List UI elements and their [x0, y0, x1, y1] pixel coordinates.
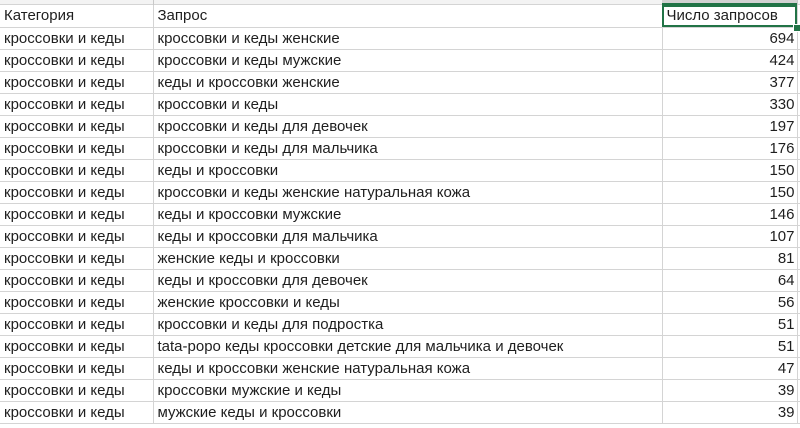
table-row: кроссовки и кеды кроссовки и кеды для дев…: [0, 115, 800, 138]
table-row: кроссовки и кеды женские кеды и кроссовки…: [0, 247, 800, 270]
cell-category[interactable]: кроссовки и кеды: [0, 203, 154, 226]
cell-category[interactable]: кроссовки и кеды: [0, 335, 154, 358]
cell-query[interactable]: кроссовки и кеды для мальчика: [153, 137, 663, 160]
cell-query[interactable]: кеды и кроссовки: [153, 159, 663, 182]
cell-count[interactable]: 39: [662, 379, 798, 402]
cell-category[interactable]: кроссовки и кеды: [0, 49, 154, 72]
cell-count[interactable]: 146: [662, 203, 798, 226]
table-row: кроссовки и кеды кеды и кроссовки мужские…: [0, 203, 800, 226]
cell-count[interactable]: 377: [662, 71, 798, 94]
cell-category[interactable]: кроссовки и кеды: [0, 313, 154, 336]
table-row: кроссовки и кеды кеды и кроссовки женские…: [0, 71, 800, 94]
cell-category[interactable]: кроссовки и кеды: [0, 269, 154, 292]
cell-query[interactable]: кроссовки и кеды женские натуральная кож…: [153, 181, 663, 204]
cell-category[interactable]: кроссовки и кеды: [0, 379, 154, 402]
fill-handle[interactable]: [793, 24, 800, 32]
table-row: кроссовки и кеды женские кроссовки и кеды…: [0, 291, 800, 314]
cell-query[interactable]: кроссовки и кеды для девочек: [153, 115, 663, 138]
cell-category[interactable]: кроссовки и кеды: [0, 137, 154, 160]
cell-category[interactable]: кроссовки и кеды: [0, 291, 154, 314]
cell-query[interactable]: женские кеды и кроссовки: [153, 247, 663, 270]
cell-count[interactable]: 150: [662, 159, 798, 182]
cell-category[interactable]: кроссовки и кеды: [0, 27, 154, 50]
cell-count[interactable]: 330: [662, 93, 798, 116]
table-row: кроссовки и кеды кеды и кроссовки для мал…: [0, 225, 800, 248]
table-row: кроссовки и кеды кроссовки и кеды для мал…: [0, 137, 800, 160]
cell-count[interactable]: 197: [662, 115, 798, 138]
cell-count[interactable]: 424: [662, 49, 798, 72]
cell-count[interactable]: 694: [662, 27, 798, 50]
cell-category[interactable]: кроссовки и кеды: [0, 357, 154, 380]
table-row: кроссовки и кеды кроссовки и кеды мужские…: [0, 49, 800, 72]
cell-category[interactable]: кроссовки и кеды: [0, 71, 154, 94]
cell-count[interactable]: 64: [662, 269, 798, 292]
cell-count[interactable]: 39: [662, 401, 798, 424]
cell-query[interactable]: кеды и кроссовки мужские: [153, 203, 663, 226]
cell-query[interactable]: tata-poро кеды кроссовки детские для мал…: [153, 335, 663, 358]
header-cell-category[interactable]: Категория: [0, 5, 154, 28]
cell-category[interactable]: кроссовки и кеды: [0, 159, 154, 182]
cell-count[interactable]: 51: [662, 335, 798, 358]
cell-query[interactable]: кроссовки и кеды женские: [153, 27, 663, 50]
cell-category[interactable]: кроссовки и кеды: [0, 93, 154, 116]
cell-category[interactable]: кроссовки и кеды: [0, 247, 154, 270]
cell-category[interactable]: кроссовки и кеды: [0, 225, 154, 248]
cell-category[interactable]: кроссовки и кеды: [0, 115, 154, 138]
cell-count[interactable]: 176: [662, 137, 798, 160]
cell-count[interactable]: 107: [662, 225, 798, 248]
cell-query[interactable]: мужские кеды и кроссовки: [153, 401, 663, 424]
cell-query[interactable]: кеды и кроссовки женские: [153, 71, 663, 94]
table-row: кроссовки и кеды кроссовки и кеды женские…: [0, 27, 800, 50]
cell-count[interactable]: 150: [662, 181, 798, 204]
header-row: Категория Запрос Число запросов: [0, 5, 800, 28]
header-cell-query[interactable]: Запрос: [153, 5, 663, 28]
cell-count[interactable]: 56: [662, 291, 798, 314]
cell-count[interactable]: 47: [662, 357, 798, 380]
table-row: кроссовки и кеды tata-poро кеды кроссовки…: [0, 335, 800, 358]
cell-category[interactable]: кроссовки и кеды: [0, 401, 154, 424]
cell-category[interactable]: кроссовки и кеды: [0, 181, 154, 204]
table-row: кроссовки и кеды кеды и кроссовки для дев…: [0, 269, 800, 292]
cell-query[interactable]: кеды и кроссовки женские натуральная кож…: [153, 357, 663, 380]
cell-query[interactable]: кеды и кроссовки для девочек: [153, 269, 663, 292]
cell-count[interactable]: 81: [662, 247, 798, 270]
cell-query[interactable]: кроссовки и кеды: [153, 93, 663, 116]
table-row: кроссовки и кеды кроссовки и кеды для под…: [0, 313, 800, 336]
cell-count[interactable]: 51: [662, 313, 798, 336]
table-row: кроссовки и кеды кроссовки и кеды 330: [0, 93, 800, 116]
cell-query[interactable]: кеды и кроссовки для мальчика: [153, 225, 663, 248]
cell-query[interactable]: кроссовки и кеды мужские: [153, 49, 663, 72]
table-row: кроссовки и кеды кроссовки мужские и кеды…: [0, 379, 800, 402]
table-row: кроссовки и кеды кеды и кроссовки 150: [0, 159, 800, 182]
table-row: кроссовки и кеды кеды и кроссовки женские…: [0, 357, 800, 380]
header-cell-count[interactable]: Число запросов: [662, 5, 798, 28]
cell-query[interactable]: женские кроссовки и кеды: [153, 291, 663, 314]
spreadsheet-grid: Категория Запрос Число запросов кроссовк…: [0, 5, 800, 424]
cell-query[interactable]: кроссовки и кеды для подростка: [153, 313, 663, 336]
table-row: кроссовки и кеды кроссовки и кеды женские…: [0, 181, 800, 204]
table-row: кроссовки и кеды мужские кеды и кроссовки…: [0, 401, 800, 424]
cell-query[interactable]: кроссовки мужские и кеды: [153, 379, 663, 402]
